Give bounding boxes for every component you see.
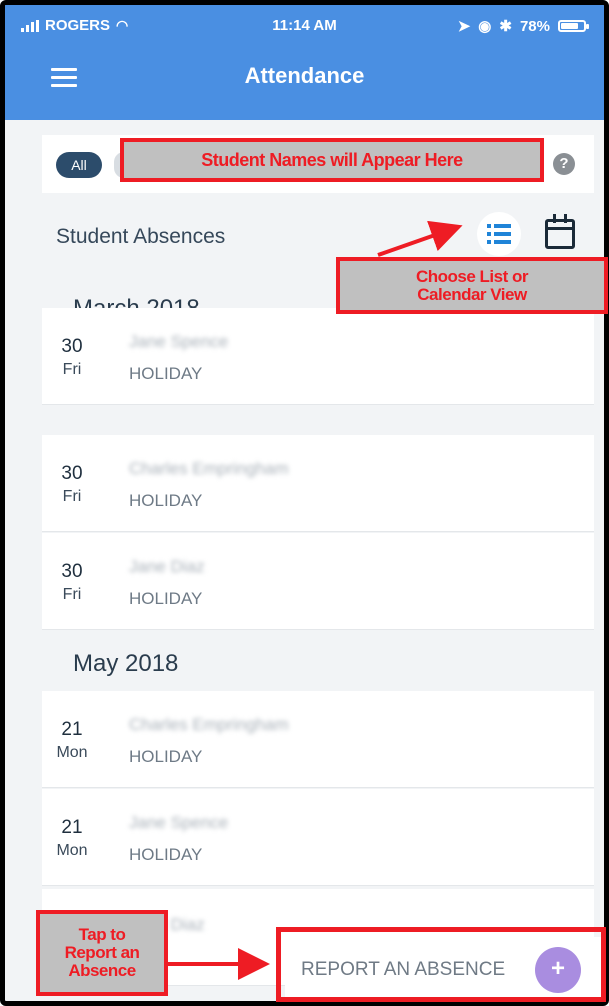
annotation-choose-view-line: Choose List or — [415, 266, 529, 286]
date-number: 21 — [61, 817, 83, 838]
annotation-choose-view: Choose List or Calendar View — [336, 257, 608, 314]
absence-reason: HOLIDAY — [129, 747, 203, 766]
student-name: Jane Spence — [129, 813, 229, 832]
absence-row[interactable]: 30 Fri Jane Spence HOLIDAY — [42, 308, 594, 405]
bluetooth-icon: ✱ — [499, 18, 512, 35]
student-name: Jane Diaz — [129, 557, 205, 576]
absence-row[interactable]: 21 Mon Charles Empringham HOLIDAY — [42, 691, 594, 788]
absence-reason: HOLIDAY — [129, 845, 203, 864]
annotation-tap-line: Absence — [68, 960, 136, 980]
absence-reason: HOLIDAY — [129, 364, 203, 383]
filter-chip-all[interactable]: All — [56, 152, 102, 178]
annotation-tap-line: Tap to — [78, 925, 126, 945]
absence-reason: HOLIDAY — [129, 589, 203, 608]
battery-percent: 78% — [519, 17, 550, 35]
help-icon[interactable]: ? — [553, 153, 575, 175]
list-view-icon[interactable] — [477, 212, 521, 256]
annotation-tap-line: Report an — [64, 943, 140, 963]
app-header: ROGERS ◠ 11:14 AM ➤ ◉ ✱ 78% Attendance — [5, 5, 604, 120]
status-bar: ROGERS ◠ 11:14 AM ➤ ◉ ✱ 78% — [5, 5, 604, 45]
date-weekday: Mon — [56, 842, 88, 859]
date-number: 30 — [61, 463, 83, 484]
date-number: 21 — [61, 719, 83, 740]
annotation-student-names: Student Names will Appear Here — [120, 138, 544, 182]
absence-row[interactable]: 21 Mon Jane Spence HOLIDAY — [42, 789, 594, 886]
page-title: Attendance — [244, 63, 365, 88]
date-number: 30 — [61, 336, 83, 357]
calendar-view-icon[interactable] — [545, 214, 575, 249]
student-name: Charles Empringham — [129, 459, 289, 478]
month-header: May 2018 — [73, 650, 179, 677]
date-weekday: Fri — [62, 488, 82, 505]
date-weekday: Fri — [62, 361, 82, 378]
annotation-tap-report: Tap to Report an Absence — [36, 910, 168, 996]
absence-reason: HOLIDAY — [129, 491, 203, 510]
absence-row[interactable]: 30 Fri Jane Diaz HOLIDAY — [42, 533, 594, 630]
student-name: Jane Spence — [129, 332, 229, 351]
absence-row[interactable]: 30 Fri Charles Empringham HOLIDAY — [42, 435, 594, 532]
alarm-icon: ◉ — [478, 18, 492, 35]
date-number: 30 — [61, 561, 83, 582]
status-right: ➤ ◉ ✱ 78% — [457, 17, 589, 35]
student-name: Charles Empringham — [129, 715, 289, 734]
date-weekday: Fri — [62, 586, 82, 603]
annotation-fab-highlight — [276, 927, 606, 1002]
annotation-choose-view-line: Calendar View — [417, 284, 527, 304]
section-label: Student Absences — [56, 225, 226, 248]
location-icon: ➤ — [457, 18, 471, 35]
battery-icon — [558, 20, 589, 32]
date-weekday: Mon — [56, 744, 88, 761]
